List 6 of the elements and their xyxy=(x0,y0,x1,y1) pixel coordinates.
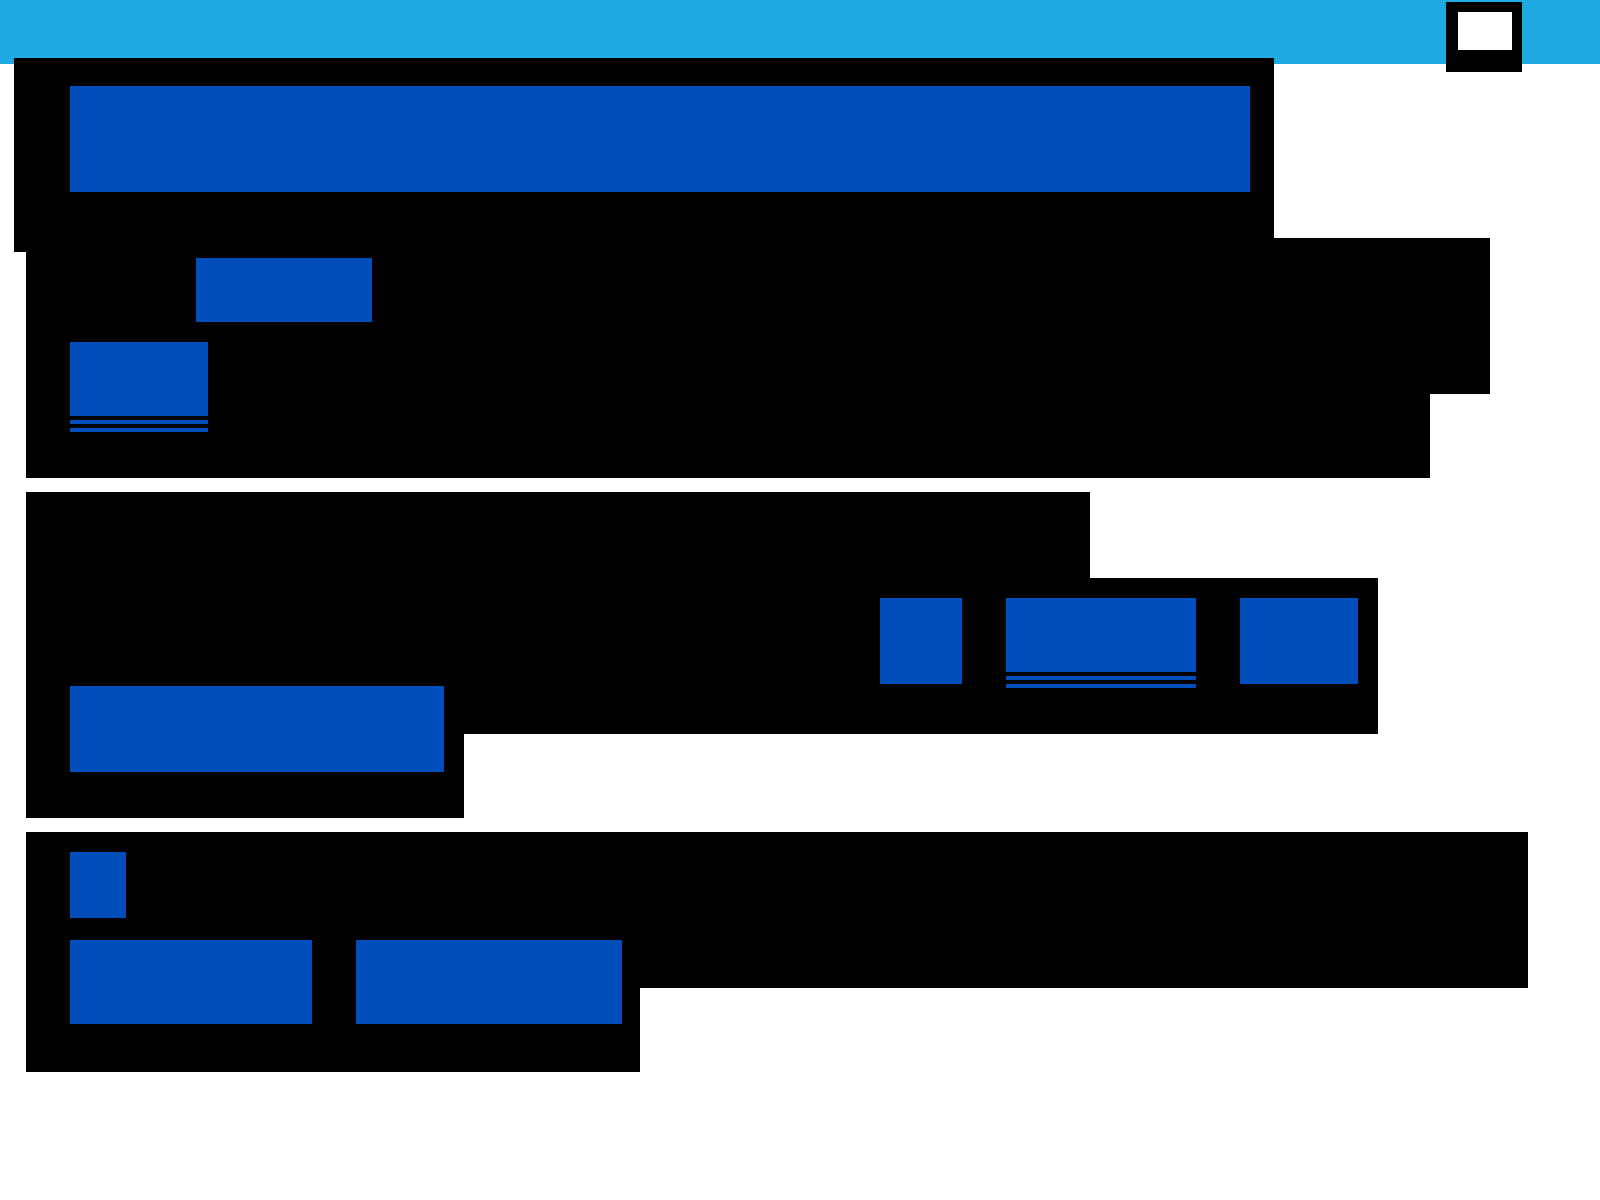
window-icon[interactable] xyxy=(1446,2,1522,72)
redacted-text xyxy=(70,852,126,918)
redacted-text xyxy=(1240,598,1358,684)
redacted-link[interactable] xyxy=(1006,598,1196,688)
redacted-link[interactable] xyxy=(70,342,208,432)
redacted-text xyxy=(880,598,962,684)
